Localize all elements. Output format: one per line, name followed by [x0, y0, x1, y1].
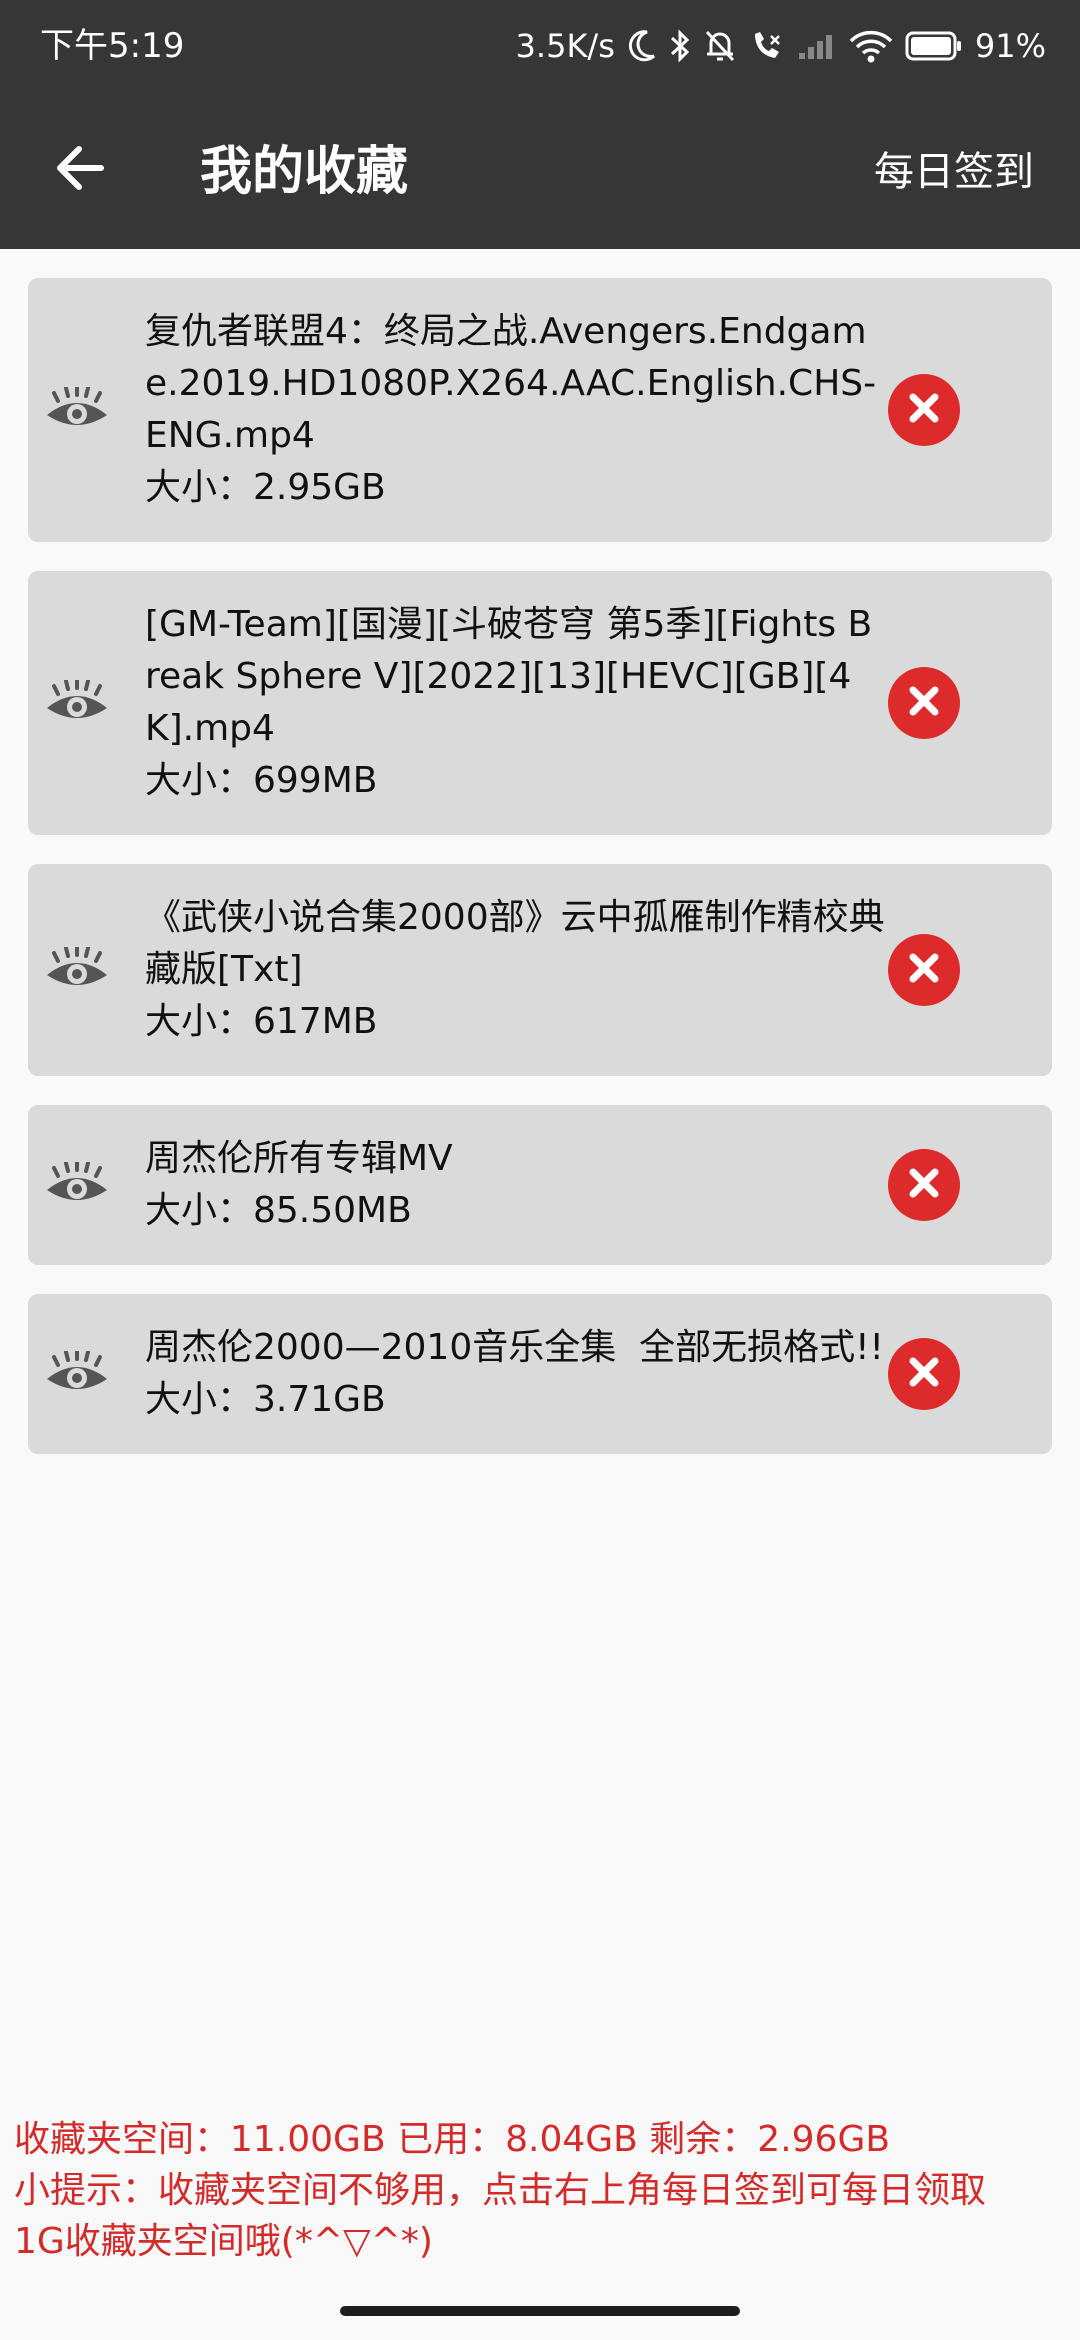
eye-icon[interactable] — [40, 1148, 114, 1222]
bluetooth-icon — [669, 28, 691, 64]
list-item: [GM-Team][国漫][斗破苍穹 第5季][Fights Break Sph… — [28, 571, 1052, 835]
call-icon — [749, 28, 785, 64]
close-icon — [907, 1166, 941, 1204]
delete-button[interactable] — [888, 1338, 960, 1410]
close-icon — [907, 391, 941, 429]
item-text: [GM-Team][国漫][斗破苍穹 第5季][Fights Break Sph… — [145, 571, 885, 835]
moon-icon — [627, 29, 657, 63]
tip-text-line1: 小提示：收藏夹空间不够用，点击右上角每日签到可每日领取 — [14, 2170, 987, 2211]
storage-info: 收藏夹空间：11.00GB 已用：8.04GB 剩余：2.96GB 小提示：收藏… — [14, 2114, 1074, 2267]
list-item: 周杰伦所有专辑MV 大小：85.50MB — [28, 1105, 1052, 1265]
item-name: 《武侠小说合集2000部》云中孤雁制作精校典藏版[Txt] — [145, 897, 885, 990]
item-text: 《武侠小说合集2000部》云中孤雁制作精校典藏版[Txt] 大小：617MB — [145, 864, 885, 1076]
eye-icon[interactable] — [40, 1337, 114, 1411]
status-icons: 3.5K/s 91% — [504, 22, 1046, 70]
list-item: 《武侠小说合集2000部》云中孤雁制作精校典藏版[Txt] 大小：617MB — [28, 864, 1052, 1076]
daily-checkin-button[interactable]: 每日签到 — [874, 144, 1034, 200]
home-indicator[interactable] — [340, 2306, 740, 2316]
item-size: 大小：2.95GB — [145, 467, 386, 508]
app-root: 下午5:19 3.5K/s 91% 我的收藏 每日签到 复仇者联盟4：终局之战.… — [0, 0, 1080, 2340]
delete-button[interactable] — [888, 934, 960, 1006]
header-background: 下午5:19 3.5K/s 91% 我的收藏 每日签到 — [0, 0, 1080, 249]
back-button[interactable] — [42, 132, 118, 208]
signal-icon — [797, 31, 837, 61]
item-size: 大小：85.50MB — [145, 1190, 412, 1231]
page-title: 我的收藏 — [200, 142, 409, 202]
close-icon — [907, 1355, 941, 1393]
tip-text-line2: 1G收藏夹空间哦(*^▽^*) — [14, 2221, 433, 2262]
item-size: 大小：699MB — [145, 760, 378, 801]
list-item: 周杰伦2000—2010音乐全集 全部无损格式!! 大小：3.71GB — [28, 1294, 1052, 1454]
close-icon — [907, 951, 941, 989]
arrow-left-icon — [55, 145, 105, 195]
net-speed: 3.5K/s — [515, 27, 615, 65]
item-name: 周杰伦所有专辑MV — [145, 1138, 453, 1179]
eye-icon[interactable] — [40, 933, 114, 1007]
delete-button[interactable] — [888, 374, 960, 446]
item-name: 周杰伦2000—2010音乐全集 全部无损格式!! — [145, 1327, 884, 1368]
item-text: 周杰伦所有专辑MV 大小：85.50MB — [145, 1105, 885, 1265]
list-item: 复仇者联盟4：终局之战.Avengers.Endgame.2019.HD1080… — [28, 278, 1052, 542]
item-text: 周杰伦2000—2010音乐全集 全部无损格式!! 大小：3.71GB — [145, 1294, 885, 1454]
item-name: [GM-Team][国漫][斗破苍穹 第5季][Fights Break Sph… — [145, 604, 873, 749]
delete-button[interactable] — [888, 1149, 960, 1221]
bell-off-icon — [703, 28, 737, 64]
wifi-icon — [849, 29, 893, 63]
battery-percent: 91% — [974, 27, 1046, 65]
item-text: 复仇者联盟4：终局之战.Avengers.Endgame.2019.HD1080… — [145, 278, 885, 542]
item-size: 大小：3.71GB — [145, 1379, 386, 1420]
status-time: 下午5:19 — [40, 26, 185, 66]
item-name: 复仇者联盟4：终局之战.Avengers.Endgame.2019.HD1080… — [145, 311, 877, 456]
status-bar: 下午5:19 3.5K/s 91% — [0, 0, 1080, 92]
close-icon — [907, 684, 941, 722]
eye-icon[interactable] — [40, 373, 114, 447]
delete-button[interactable] — [888, 667, 960, 739]
item-size: 大小：617MB — [145, 1001, 378, 1042]
favorites-list: 复仇者联盟4：终局之战.Avengers.Endgame.2019.HD1080… — [28, 278, 1052, 1483]
app-bar: 我的收藏 每日签到 — [0, 92, 1080, 249]
storage-usage-text: 收藏夹空间：11.00GB 已用：8.04GB 剩余：2.96GB — [14, 2119, 891, 2160]
eye-icon[interactable] — [40, 666, 114, 740]
battery-icon — [905, 30, 963, 62]
